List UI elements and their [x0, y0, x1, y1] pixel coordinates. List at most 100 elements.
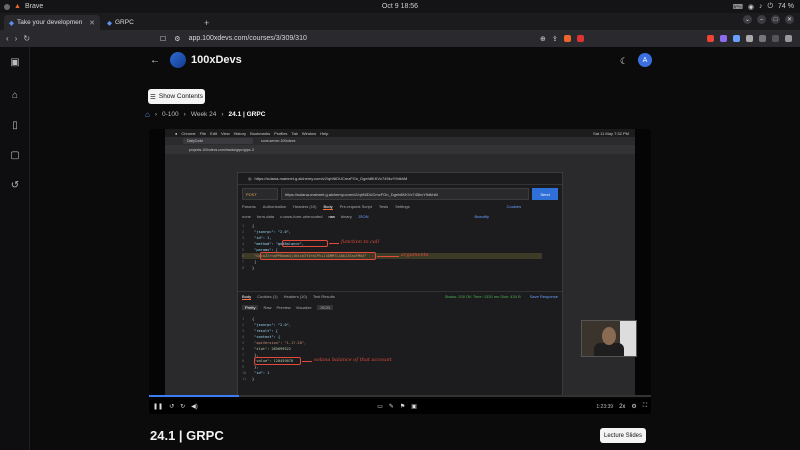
close-tab-icon[interactable]: ✕: [89, 19, 95, 27]
home-icon[interactable]: ⌂: [9, 90, 21, 102]
maximize-icon[interactable]: □: [771, 15, 780, 24]
response-tab: Body: [242, 293, 252, 300]
brave-shields-icon[interactable]: [563, 35, 571, 42]
extension-icon[interactable]: [720, 35, 727, 42]
reload-icon[interactable]: ↻: [23, 34, 30, 43]
menu-icon: ☰: [150, 93, 156, 101]
volume-icon[interactable]: ◀): [191, 403, 198, 410]
send-button: Send: [532, 188, 558, 200]
extension-icon[interactable]: [707, 35, 714, 42]
tab-favicon-icon: ◆: [9, 19, 14, 27]
tab-developer[interactable]: ◆ Take your developmen ✕: [4, 15, 100, 30]
annotation-arrow: [377, 256, 399, 257]
request-tab: Settings: [395, 204, 410, 209]
user-avatar[interactable]: A: [638, 53, 652, 67]
minimize-icon[interactable]: –: [757, 15, 766, 24]
view-mode: Raw: [263, 305, 272, 310]
brave-rewards-icon[interactable]: [576, 35, 584, 42]
bookmark-icon[interactable]: ☐: [160, 35, 166, 43]
theme-toggle-icon[interactable]: ☾: [620, 56, 628, 67]
show-contents-button[interactable]: ☰ Show Contents: [148, 89, 205, 104]
app-sidebar: ▣ ⌂ ▯ ▢ ↺: [0, 47, 30, 450]
tab-title: GRPC: [115, 19, 134, 26]
speed-button[interactable]: 2x: [619, 404, 625, 410]
annotation-box: [260, 252, 376, 260]
url-field[interactable]: ☐ ⚙ app.100xdevs.com/courses/3/309/310: [160, 35, 307, 43]
back-arrow-icon[interactable]: ←: [150, 55, 160, 66]
flag-icon[interactable]: ⚑: [400, 403, 405, 410]
video-controls: ❚❚ ↺ ↻ ◀) ▭ ✎ ⚑ ▣ 1:23:39 2x ⚙ ⛶: [149, 399, 651, 414]
request-tab: Params: [242, 204, 256, 209]
body-mode: none: [242, 214, 251, 219]
video-progress[interactable]: [149, 395, 651, 397]
annotation-arrow: [302, 361, 312, 362]
pause-icon[interactable]: ❚❚: [153, 403, 163, 410]
wifi-icon[interactable]: ◉: [748, 3, 754, 11]
chevron-right-icon: ›: [221, 111, 224, 118]
sidebar-toggle-icon[interactable]: ▣: [9, 57, 21, 69]
rewind-icon[interactable]: ↺: [169, 403, 174, 410]
volume-icon[interactable]: ♪: [759, 3, 763, 10]
body-mode: x-www-form-urlencoded: [280, 214, 323, 219]
os-top-bar: ▲ Brave Oct 9 18:56 ⌨ ◉ ♪ ⏻ 74 %: [0, 0, 800, 13]
breadcrumb-item[interactable]: 0-100: [162, 111, 179, 118]
tab-grpc[interactable]: ◆ GRPC: [102, 15, 198, 30]
body-mode: JSON: [357, 214, 369, 219]
request-tab: Tests: [378, 204, 389, 209]
brand-avatar: [170, 52, 186, 68]
request-tab: Headers (10): [293, 204, 317, 209]
new-tab-button[interactable]: +: [204, 18, 209, 30]
site-info-icon[interactable]: ⚙: [174, 35, 180, 43]
video-player[interactable]: ● Chrome File Edit View History Bookmark…: [149, 129, 651, 414]
brand-name: 100xDevs: [191, 54, 242, 66]
body-mode: binary: [340, 214, 352, 219]
settings-icon[interactable]: ⚙: [631, 403, 636, 410]
close-window-icon[interactable]: ✕: [785, 15, 794, 24]
fullscreen-icon[interactable]: ⛶: [643, 403, 647, 410]
extension-icon[interactable]: [733, 35, 740, 42]
body-mode: form-data: [256, 214, 275, 219]
response-tab: Headers (10): [283, 294, 307, 299]
annotation-arguments: arguments: [401, 252, 429, 258]
url-text: app.100xdevs.com/courses/3/309/310: [188, 35, 307, 42]
brand-logo[interactable]: 100xDevs: [170, 52, 242, 68]
tab-title: Take your developmen: [17, 19, 83, 26]
battery-level[interactable]: 74 %: [778, 3, 794, 10]
keyboard-icon[interactable]: ⌨: [733, 3, 743, 11]
home-icon[interactable]: ⌂: [145, 110, 150, 119]
pip-icon[interactable]: ▣: [411, 403, 417, 410]
wallet-icon[interactable]: [772, 35, 779, 42]
site-header: ← 100xDevs ☾ A: [30, 47, 800, 75]
power-icon[interactable]: ⏻: [767, 3, 773, 11]
chevron-down-icon[interactable]: ⌄: [743, 15, 752, 24]
sidebar-toggle-icon[interactable]: [759, 35, 766, 42]
back-icon[interactable]: ‹: [6, 34, 9, 43]
video-inner-browser: DailyCode sumi-server-100xdevs projects.…: [165, 137, 637, 397]
annotation-function: function to call: [341, 239, 380, 245]
zoom-icon[interactable]: ⊕: [540, 35, 546, 43]
history-icon[interactable]: ↺: [9, 180, 21, 192]
bookmark-icon[interactable]: ▯: [9, 120, 21, 132]
lecture-slides-button[interactable]: Lecture Slides: [600, 428, 646, 443]
notes-icon[interactable]: ✎: [389, 403, 394, 410]
chapters-icon[interactable]: ▭: [377, 403, 383, 410]
http-icon: ◎: [248, 176, 252, 181]
postman-window: ◎ https://solana-mainnet.g.alchemy.com/v…: [237, 172, 563, 397]
clock[interactable]: Oct 9 18:56: [0, 3, 800, 10]
mac-menu-item: Help: [320, 130, 329, 136]
tab-favicon-icon: ◆: [107, 19, 112, 27]
annotation-arrow: [329, 243, 339, 244]
forward-icon[interactable]: ›: [15, 34, 18, 43]
inner-url: projects.100xdevs.com/tracks/grpc/grpc-3: [165, 145, 635, 154]
annotation-box: [282, 240, 328, 247]
forward-icon[interactable]: ↻: [180, 403, 185, 410]
share-icon[interactable]: ⇪: [552, 35, 558, 43]
inner-tab: DailyCode: [183, 138, 253, 144]
view-mode: JSON: [316, 305, 334, 310]
mac-menu-item: Profiles: [274, 130, 288, 136]
webcam-overlay: [581, 320, 637, 357]
extension-icon[interactable]: [746, 35, 753, 42]
breadcrumb-item[interactable]: Week 24: [191, 111, 217, 118]
chat-icon[interactable]: ▢: [9, 150, 21, 162]
menu-icon[interactable]: [785, 35, 792, 42]
